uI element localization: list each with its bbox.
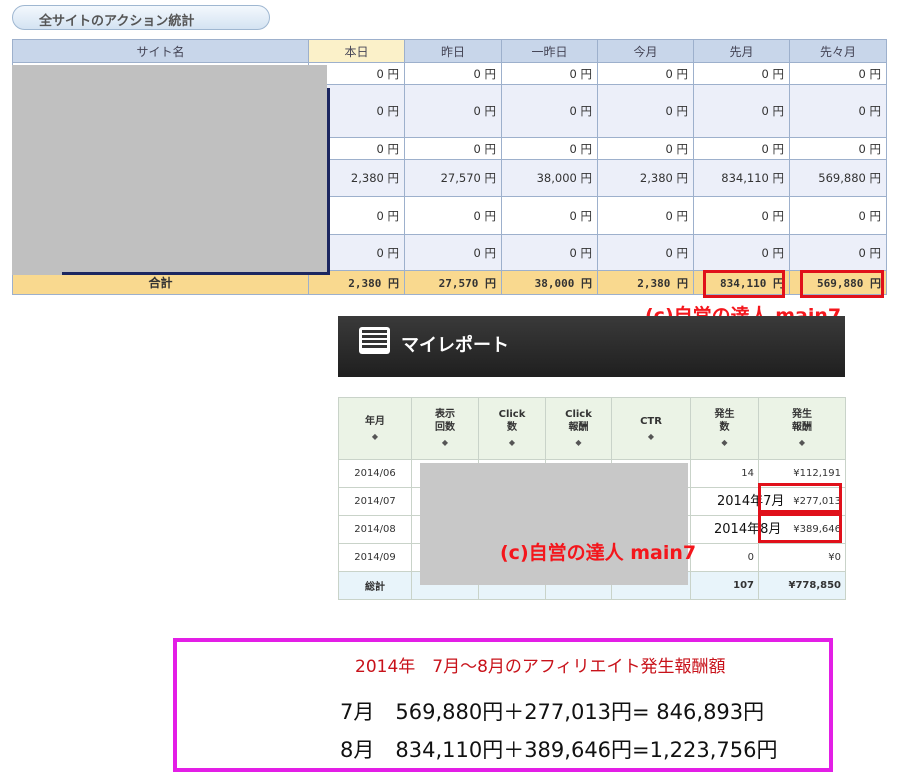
value-cell: 0 円 xyxy=(789,234,887,271)
my-report-title: マイレポート xyxy=(401,335,509,356)
col-site-name[interactable]: サイト名 xyxy=(12,39,309,63)
count-cell: 14 xyxy=(690,459,759,488)
year-month-cell: 2014/08 xyxy=(338,515,412,544)
count-cell: 107 xyxy=(690,571,759,600)
value-cell: 0 円 xyxy=(789,84,887,138)
value-cell: 27,570 円 xyxy=(404,159,502,197)
col-occurrence-reward[interactable]: 発生 報酬 ◆ xyxy=(758,397,846,460)
value-cell: 0 円 xyxy=(597,137,694,160)
col-click-reward[interactable]: Click 報酬 ◆ xyxy=(545,397,612,460)
value-cell: 0 円 xyxy=(501,234,598,271)
year-month-cell: 2014/06 xyxy=(338,459,412,488)
redacted-report-values xyxy=(420,463,688,585)
value-cell: 0 円 xyxy=(404,62,502,85)
col-year-month[interactable]: 年月 ◆ xyxy=(338,397,412,460)
value-cell: 0 円 xyxy=(693,84,790,138)
col-this-month[interactable]: 今月 xyxy=(597,39,694,63)
value-cell: 0 円 xyxy=(501,137,598,160)
total-cell: 38,000 円 xyxy=(501,270,598,295)
col-last-month[interactable]: 先月 xyxy=(693,39,790,63)
value-cell: 0 円 xyxy=(789,62,887,85)
col-yesterday[interactable]: 昨日 xyxy=(404,39,502,63)
section-title: 全サイトのアクション統計 xyxy=(12,5,270,30)
reward-cell: ¥778,850 xyxy=(758,571,846,600)
highlight-box xyxy=(703,270,785,298)
value-cell: 2,380 円 xyxy=(597,159,694,197)
col-two-months-ago[interactable]: 先々月 xyxy=(789,39,887,63)
value-cell: 0 円 xyxy=(404,196,502,235)
sort-icon[interactable]: ◆ xyxy=(691,436,758,449)
value-cell: 0 円 xyxy=(597,84,694,138)
summary-box: 2014年 7月～8月のアフィリエイト発生報酬額 7月 569,880円＋277… xyxy=(173,638,833,772)
redaction-frame-line xyxy=(62,272,330,275)
value-cell: 0 円 xyxy=(693,234,790,271)
summary-heading: 2014年 7月～8月のアフィリエイト発生報酬額 xyxy=(355,657,726,677)
value-cell: 0 円 xyxy=(501,196,598,235)
value-cell: 0 円 xyxy=(404,234,502,271)
value-cell: 0 円 xyxy=(693,137,790,160)
value-cell: 0 円 xyxy=(597,62,694,85)
value-cell: 834,110 円 xyxy=(693,159,790,197)
col-ctr[interactable]: CTR ◆ xyxy=(611,397,691,460)
sort-icon[interactable]: ◆ xyxy=(546,436,611,449)
sort-icon[interactable]: ◆ xyxy=(612,430,690,443)
watermark: (c)自営の達人 main7 xyxy=(500,542,697,564)
col-day-before[interactable]: 一昨日 xyxy=(501,39,598,63)
total-label: 総計 xyxy=(338,571,412,600)
redacted-site-names xyxy=(12,65,327,275)
value-cell: 0 円 xyxy=(693,62,790,85)
value-cell: 569,880 円 xyxy=(789,159,887,197)
value-cell: 0 円 xyxy=(693,196,790,235)
year-month-cell: 2014/07 xyxy=(338,487,412,516)
col-impressions[interactable]: 表示 回数 ◆ xyxy=(411,397,479,460)
value-cell: 0 円 xyxy=(404,84,502,138)
year-month-cell: 2014/09 xyxy=(338,543,412,572)
value-cell: 0 円 xyxy=(789,137,887,160)
redaction-frame-line xyxy=(327,88,330,275)
summary-line-august: 8月 834,110円＋389,646円=1,223,756円 xyxy=(340,738,778,762)
value-cell: 0 円 xyxy=(501,62,598,85)
value-cell: 0 円 xyxy=(597,196,694,235)
sort-icon[interactable]: ◆ xyxy=(479,436,545,449)
value-cell: 38,000 円 xyxy=(501,159,598,197)
total-cell: 2,380 円 xyxy=(597,270,694,295)
summary-line-july: 7月 569,880円＋277,013円= 846,893円 xyxy=(340,700,765,724)
count-cell: 0 xyxy=(690,543,759,572)
my-report-header: マイレポート xyxy=(338,316,845,377)
col-clicks[interactable]: Click 数 ◆ xyxy=(478,397,546,460)
col-occurrences[interactable]: 発生 数 ◆ xyxy=(690,397,759,460)
highlight-box xyxy=(758,483,842,513)
total-cell: 27,570 円 xyxy=(404,270,502,295)
col-today[interactable]: 本日 xyxy=(308,39,405,63)
highlight-box xyxy=(758,513,842,543)
report-table-icon xyxy=(359,327,390,354)
value-cell: 0 円 xyxy=(789,196,887,235)
value-cell: 0 円 xyxy=(404,137,502,160)
sort-icon[interactable]: ◆ xyxy=(339,430,411,443)
value-cell: 0 円 xyxy=(501,84,598,138)
sort-icon[interactable]: ◆ xyxy=(759,436,845,449)
sort-icon[interactable]: ◆ xyxy=(412,436,478,449)
value-cell: 0 円 xyxy=(597,234,694,271)
reward-cell: ¥0 xyxy=(758,543,846,572)
highlight-box xyxy=(800,270,884,298)
